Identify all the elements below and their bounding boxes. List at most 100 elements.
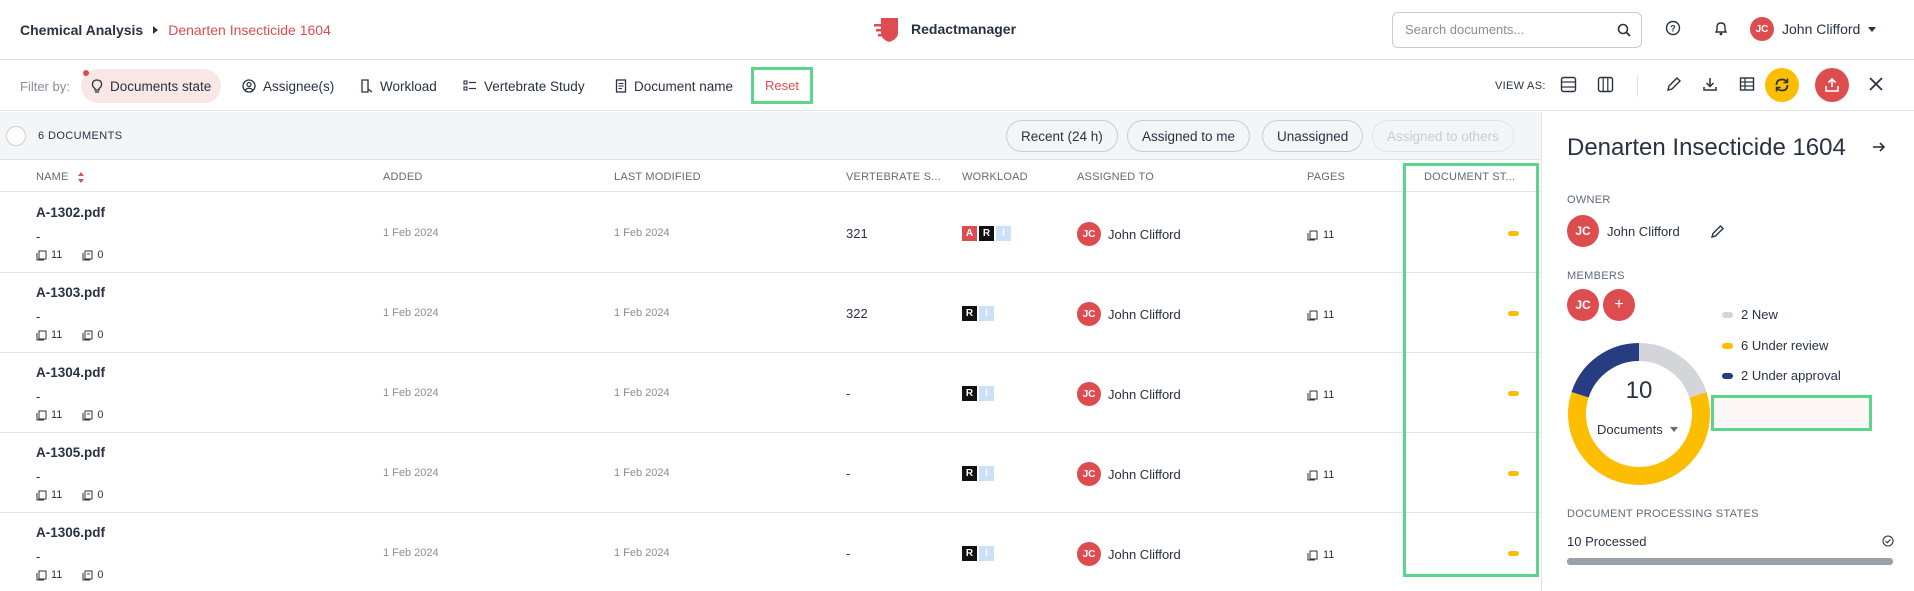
search-box[interactable] bbox=[1392, 12, 1642, 48]
table-icon[interactable] bbox=[1739, 76, 1755, 92]
file-pages: 11 bbox=[51, 489, 63, 501]
upload-button[interactable] bbox=[1815, 68, 1849, 102]
arrow-right-icon[interactable] bbox=[1872, 140, 1886, 154]
sort-icon[interactable] bbox=[77, 171, 84, 183]
file-meta: 11 0 bbox=[36, 329, 104, 341]
bell-icon[interactable] bbox=[1713, 20, 1729, 36]
modified-date: 1 Feb 2024 bbox=[614, 547, 670, 559]
quick-filter-unassigned[interactable]: Unassigned bbox=[1262, 120, 1364, 152]
filter-document-name[interactable]: Document name bbox=[605, 69, 743, 103]
quick-filter-recent[interactable]: Recent (24 h) bbox=[1006, 120, 1118, 152]
filter-assignees[interactable]: Assignee(s) bbox=[232, 69, 344, 103]
quick-filter-assigned-to-me[interactable]: Assigned to me bbox=[1127, 120, 1251, 152]
redactmanager-logo-icon bbox=[874, 18, 898, 42]
search-input[interactable] bbox=[1405, 22, 1605, 37]
filter-vertebrate-study[interactable]: Vertebrate Study bbox=[453, 69, 595, 103]
assignee-avatar: JC bbox=[1077, 382, 1101, 406]
legend-under-review[interactable]: 6 Under review bbox=[1722, 338, 1828, 353]
workload-badge-i: I bbox=[979, 306, 994, 321]
processing-states-label: DOCUMENT PROCESSING STATES bbox=[1567, 508, 1759, 520]
legend-swatch bbox=[1722, 372, 1733, 379]
added-date: 1 Feb 2024 bbox=[383, 307, 439, 319]
table-row[interactable]: A-1302.pdf -11 0 1 Feb 2024 1 Feb 2024 321 A R I… bbox=[0, 193, 1541, 273]
column-assigned-to[interactable]: ASSIGNED TO bbox=[1077, 171, 1154, 183]
download-icon[interactable] bbox=[1702, 76, 1718, 92]
filter-documents-state[interactable]: Documents state bbox=[81, 69, 222, 103]
help-icon[interactable]: ? bbox=[1665, 20, 1681, 36]
reanalyse-button[interactable] bbox=[1765, 68, 1799, 102]
column-vertebrate-study[interactable]: VERTEBRATE S... bbox=[846, 171, 941, 183]
column-workload[interactable]: WORKLOAD bbox=[962, 171, 1028, 183]
file-name[interactable]: A-1306.pdf bbox=[36, 525, 105, 540]
pencil-icon[interactable] bbox=[1666, 76, 1682, 92]
filter-bar: Filter by: Documents state Assignee(s) W… bbox=[0, 61, 1914, 111]
legend-under-approval[interactable]: 2 Under approval bbox=[1722, 368, 1841, 383]
pages-icon bbox=[36, 330, 47, 340]
column-last-modified[interactable]: LAST MODIFIED bbox=[614, 171, 701, 183]
app-logo[interactable]: Redactmanager bbox=[873, 15, 1016, 43]
refresh-icon bbox=[1775, 78, 1789, 92]
board-view-icon[interactable] bbox=[1597, 76, 1614, 93]
view-as-label: VIEW AS: bbox=[1495, 80, 1546, 92]
annotations-icon bbox=[82, 330, 93, 340]
file-name[interactable]: A-1302.pdf bbox=[36, 205, 105, 220]
donut-type-select[interactable]: Documents bbox=[1597, 422, 1678, 437]
file-name[interactable]: A-1305.pdf bbox=[36, 445, 105, 460]
modified-date: 1 Feb 2024 bbox=[614, 467, 670, 479]
owner-label: OWNER bbox=[1567, 194, 1611, 206]
column-pages[interactable]: PAGES bbox=[1307, 171, 1345, 183]
file-name[interactable]: A-1304.pdf bbox=[36, 365, 105, 380]
assignee[interactable]: JC John Clifford bbox=[1077, 302, 1181, 326]
check-circle-icon bbox=[1882, 535, 1894, 547]
file-name[interactable]: A-1303.pdf bbox=[36, 285, 105, 300]
file-meta: 11 0 bbox=[36, 409, 104, 421]
page-count: 11 bbox=[1307, 309, 1334, 321]
page-count: 11 bbox=[1307, 469, 1334, 481]
file-subtitle: - bbox=[36, 309, 41, 324]
processed-progress-bar bbox=[1567, 558, 1893, 565]
quick-filter-assigned-to-others[interactable]: Assigned to others bbox=[1372, 120, 1514, 152]
table-row[interactable]: A-1304.pdf -11 0 1 Feb 2024 1 Feb 2024- R I JC J… bbox=[0, 353, 1541, 433]
breadcrumb-parent[interactable]: Chemical Analysis bbox=[20, 22, 143, 38]
edit-owner-icon[interactable] bbox=[1710, 224, 1725, 239]
status-donut-chart bbox=[1568, 343, 1710, 485]
top-bar: Chemical Analysis Denarten Insecticide 1… bbox=[0, 0, 1914, 60]
assignee-name: John Clifford bbox=[1108, 386, 1181, 402]
column-name[interactable]: NAME bbox=[36, 171, 84, 183]
user-menu[interactable]: JC John Clifford bbox=[1750, 17, 1877, 41]
assignee[interactable]: JC John Clifford bbox=[1077, 462, 1181, 486]
page-count-value: 11 bbox=[1323, 229, 1335, 241]
vertebrate-study-value: - bbox=[846, 466, 851, 481]
filter-label: Filter by: bbox=[20, 79, 70, 94]
annotations-icon bbox=[82, 410, 93, 420]
table-row[interactable]: A-1303.pdf -11 0 1 Feb 2024 1 Feb 2024 322 R I J… bbox=[0, 273, 1541, 353]
assignee[interactable]: JC John Clifford bbox=[1077, 222, 1181, 246]
search-icon[interactable] bbox=[1617, 23, 1631, 37]
reset-filters-button[interactable]: Reset bbox=[751, 67, 813, 104]
list-view-icon[interactable] bbox=[1560, 76, 1577, 93]
owner-name: John Clifford bbox=[1607, 223, 1680, 239]
assignee[interactable]: JC John Clifford bbox=[1077, 542, 1181, 566]
breadcrumb-arrow-icon bbox=[153, 26, 159, 34]
owner: JC John Clifford bbox=[1567, 215, 1725, 247]
breadcrumb-current[interactable]: Denarten Insecticide 1604 bbox=[168, 22, 331, 38]
file-annotations: 0 bbox=[97, 409, 104, 421]
annotations-icon bbox=[82, 570, 93, 580]
pages-icon bbox=[1307, 550, 1318, 560]
add-member-button[interactable]: + bbox=[1603, 289, 1635, 321]
legend-new[interactable]: 2 New bbox=[1722, 307, 1778, 322]
filter-workload[interactable]: Workload bbox=[350, 69, 447, 103]
document-icon bbox=[615, 79, 627, 93]
table-row[interactable]: A-1306.pdf -11 0 1 Feb 2024 1 Feb 2024- R I JC J… bbox=[0, 513, 1541, 591]
pages-icon bbox=[36, 410, 47, 420]
assignee-avatar: JC bbox=[1077, 302, 1101, 326]
close-icon[interactable] bbox=[1868, 76, 1884, 92]
assignee[interactable]: JC John Clifford bbox=[1077, 382, 1181, 406]
member-avatar[interactable]: JC bbox=[1567, 289, 1599, 321]
assignee-avatar: JC bbox=[1077, 542, 1101, 566]
pages-icon bbox=[1307, 310, 1318, 320]
table-row[interactable]: A-1305.pdf -11 0 1 Feb 2024 1 Feb 2024- R I JC J… bbox=[0, 433, 1541, 513]
filter-label-assignees: Assignee(s) bbox=[263, 78, 335, 94]
select-all-checkbox[interactable] bbox=[6, 126, 26, 146]
column-added[interactable]: ADDED bbox=[383, 171, 423, 183]
